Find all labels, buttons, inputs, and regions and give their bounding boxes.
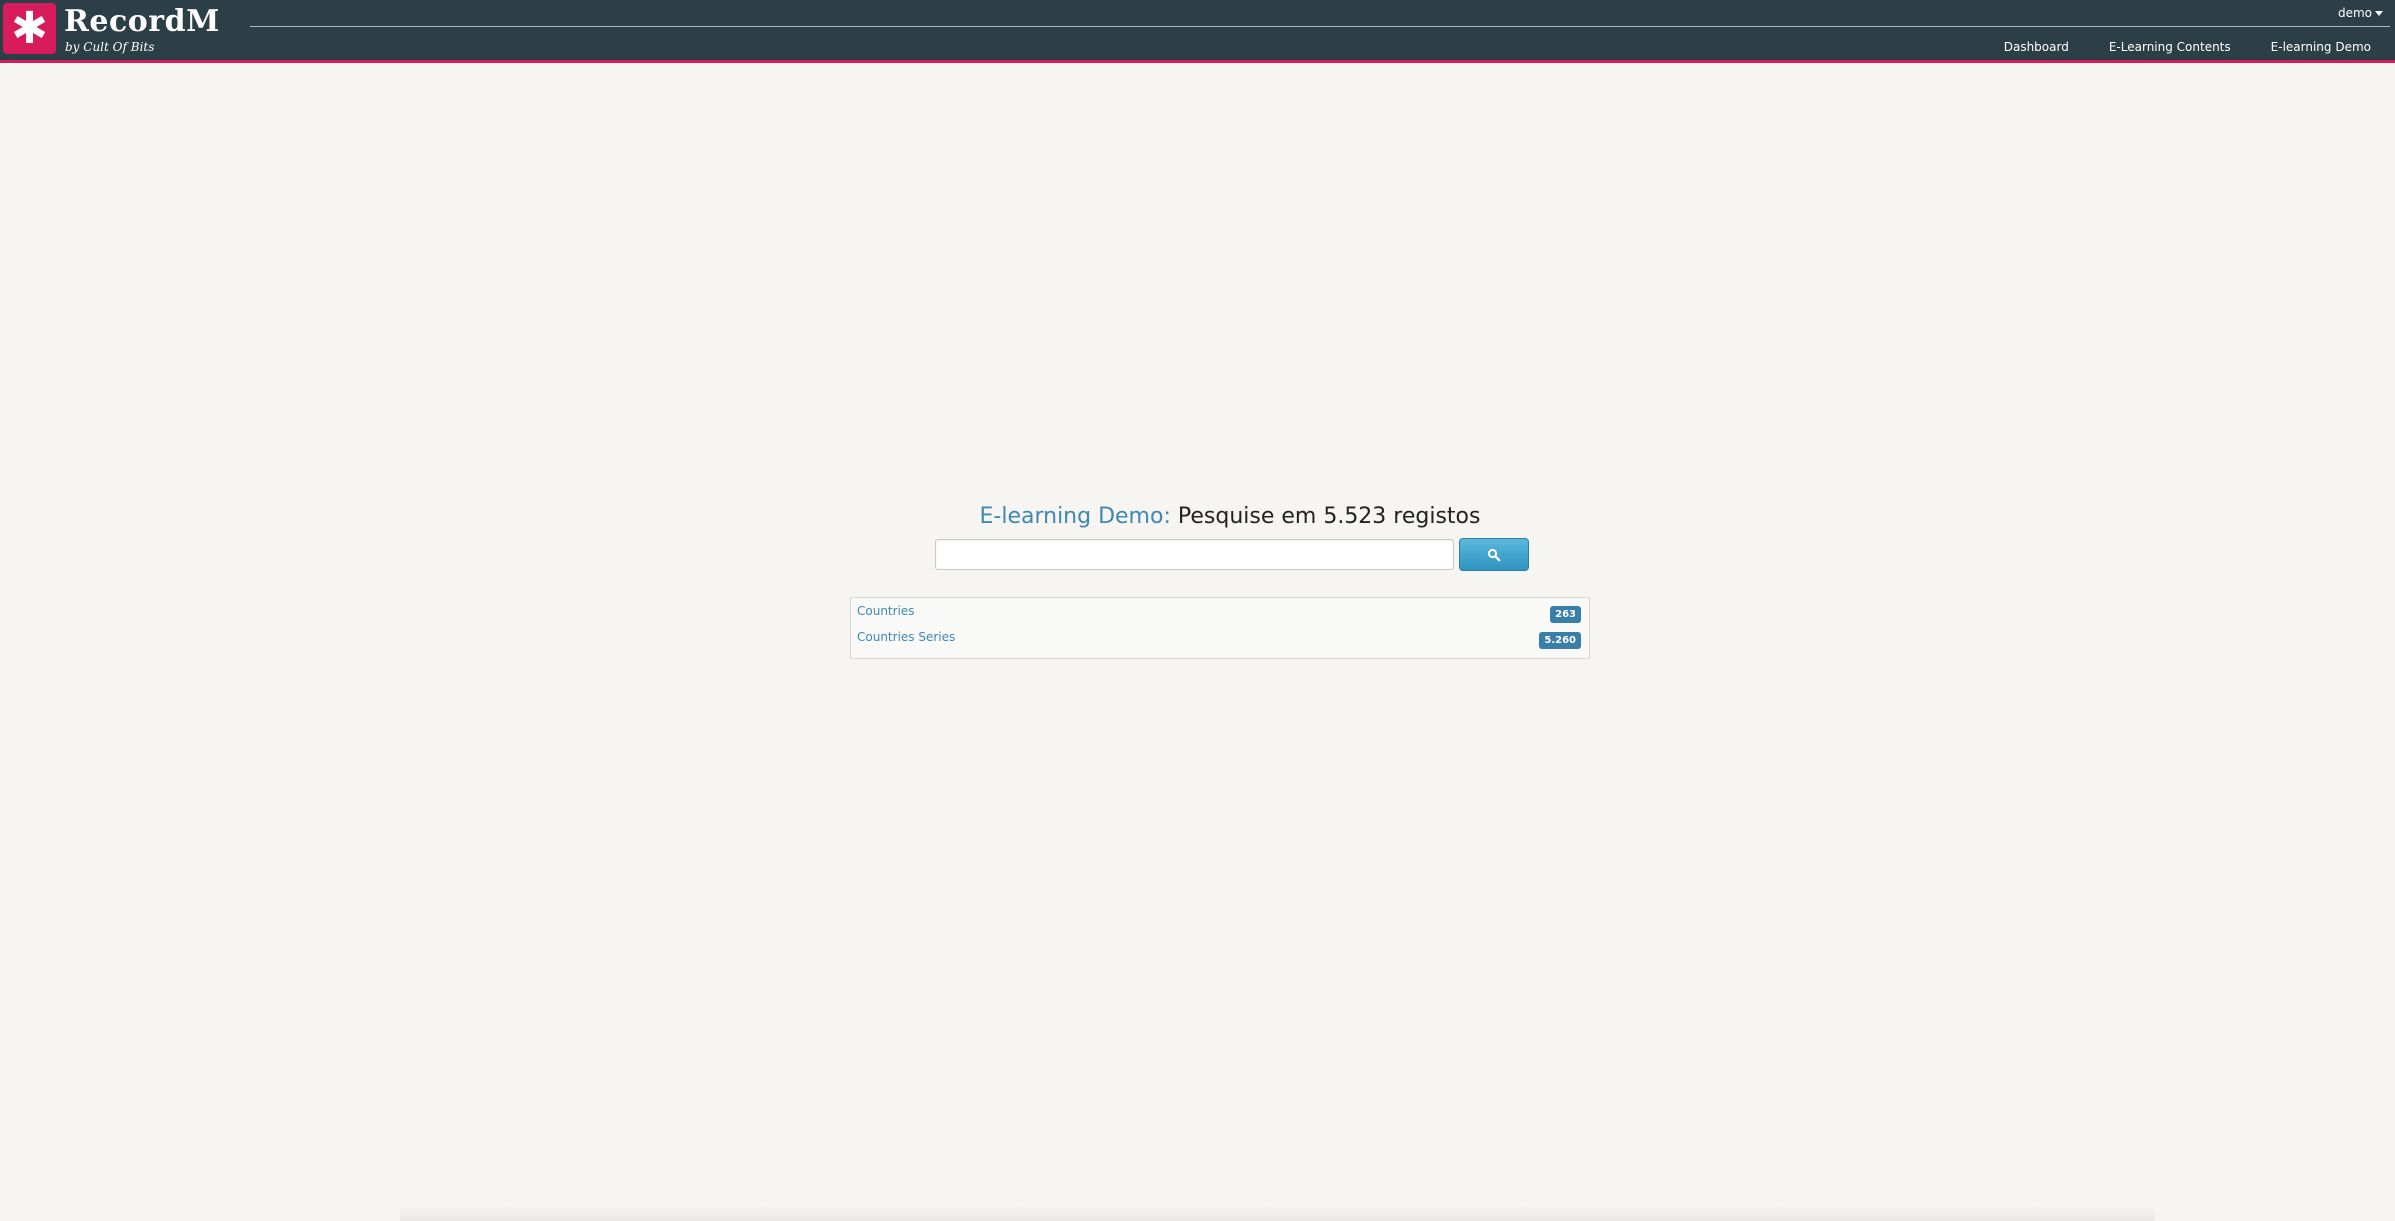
nav-elearning-demo[interactable]: E-learning Demo [2271,40,2371,54]
brand-subtitle: by Cult Of Bits [65,40,155,54]
result-link-countries[interactable]: Countries [857,604,915,618]
list-item[interactable]: Countries 263 [857,602,1581,623]
header-divider [250,26,2390,27]
result-link-countries-series[interactable]: Countries Series [857,630,955,644]
asterisk-icon[interactable]: ✱ [3,3,56,54]
user-name: demo [2337,6,2372,20]
caret-down-icon [2375,10,2383,16]
footer-shadow [400,1205,2155,1221]
search-prompt: Pesquise em 5.523 registos [1177,504,1481,529]
main-nav: Dashboard E-Learning Contents E-learning… [2004,40,2371,54]
search-results: Countries 263 Countries Series 5.260 [850,597,1590,659]
nav-elearning-contents[interactable]: E-Learning Contents [2109,40,2231,54]
count-badge: 263 [1550,606,1581,623]
brand-name[interactable]: RecordM [64,4,220,40]
list-item[interactable]: Countries Series 5.260 [857,628,1581,649]
count-badge: 5.260 [1539,632,1581,649]
search-button[interactable] [1459,538,1529,571]
search-icon [1487,548,1501,561]
search-input[interactable] [935,539,1454,570]
app-name: E-learning Demo: [979,504,1171,529]
nav-dashboard[interactable]: Dashboard [2004,40,2069,54]
user-menu[interactable]: demo [2338,6,2383,20]
top-navbar: ✱ RecordM by Cult Of Bits demo Dashboard… [0,0,2395,63]
search-heading: E-learning Demo: Pesquise em 5.523 regis… [0,502,2395,532]
